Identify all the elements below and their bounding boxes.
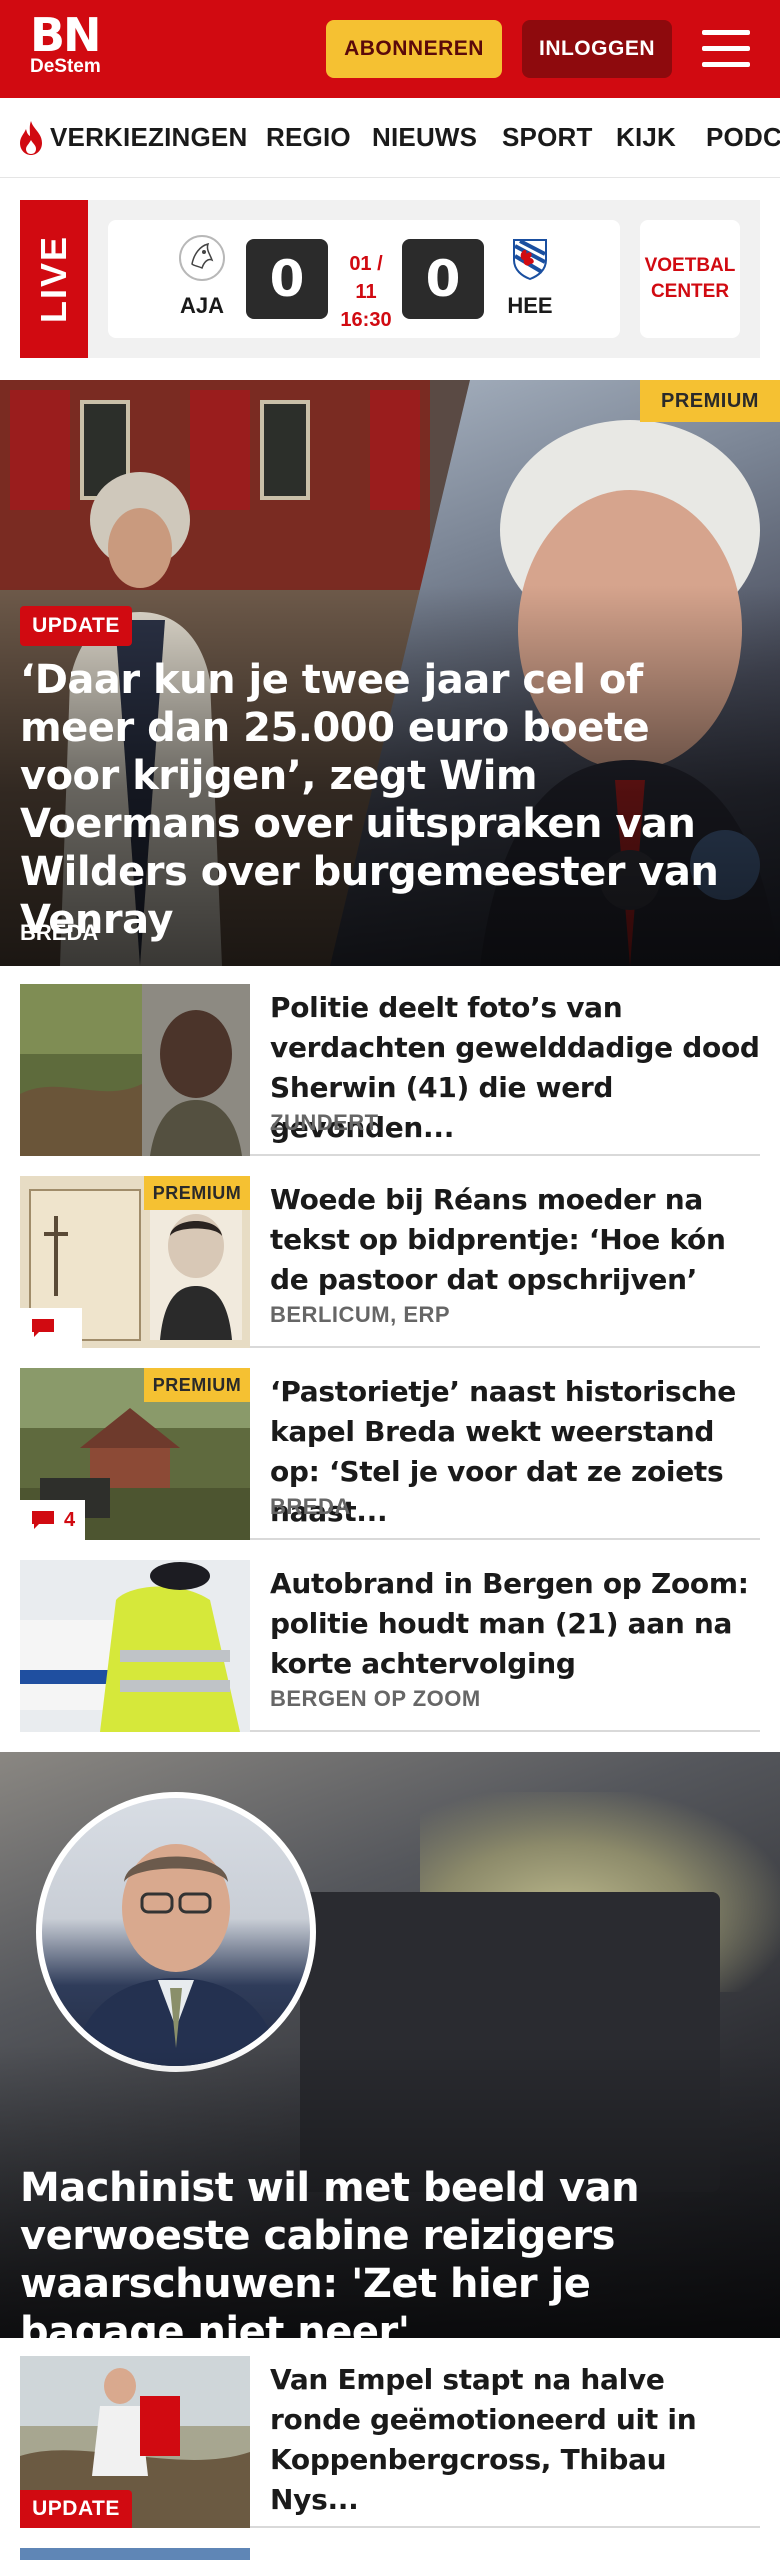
- article-headline[interactable]: Van Empel stapt na halve ronde geëmotion…: [270, 2360, 760, 2520]
- live-score-widget: LIVE AJA 0 01 / 11 16:30 0 HEE VOETBAL C…: [20, 200, 760, 358]
- premium-badge: PREMIUM: [144, 1368, 250, 1402]
- nav-item-regio[interactable]: REGIO: [266, 122, 351, 153]
- list-item[interactable]: PREMIUM Woede bij Réans moeder na tekst …: [20, 1176, 760, 1348]
- article-location: BERLICUM, ERP: [270, 1302, 451, 1327]
- flame-icon: [20, 121, 42, 155]
- away-score: 0: [402, 239, 484, 319]
- article-location: BERGEN OP ZOOM: [270, 1686, 481, 1711]
- heerenveen-logo-icon: [513, 239, 547, 281]
- article-thumbnail: PREMIUM: [20, 1176, 250, 1348]
- comment-count: 4: [64, 1508, 76, 1531]
- comments-badge[interactable]: 4: [20, 1500, 86, 1540]
- hero-location: BREDA: [20, 920, 99, 945]
- match-datetime: 01 / 11 16:30: [336, 250, 396, 334]
- match-card[interactable]: AJA 0 01 / 11 16:30 0 HEE: [108, 220, 620, 338]
- premium-badge: PREMIUM: [640, 380, 780, 422]
- match-time: 16:30: [340, 309, 392, 331]
- site-logo[interactable]: BN DeStem: [30, 8, 102, 78]
- hero-headline[interactable]: ‘Daar kun je twee jaar cel of meer dan 2…: [20, 656, 760, 944]
- article-thumbnail: UPDATE: [20, 2356, 250, 2528]
- voetbal-center-line1: VOETBAL: [644, 255, 736, 276]
- home-score: 0: [246, 239, 328, 319]
- home-team: AJA: [172, 234, 232, 319]
- voetbal-center-link[interactable]: VOETBAL CENTER: [640, 220, 740, 338]
- nav-item-verkiezingen[interactable]: VERKIEZINGEN: [50, 122, 247, 153]
- premium-badge: PREMIUM: [144, 1176, 250, 1210]
- voetbal-center-line2: CENTER: [650, 281, 730, 302]
- login-button[interactable]: INLOGGEN: [522, 20, 672, 78]
- list-item[interactable]: PREMIUM 4 ‘Pastorietje’ naast historisch…: [20, 1368, 760, 1540]
- list-item[interactable]: Autobrand in Bergen op Zoom: politie hou…: [20, 1560, 760, 1732]
- list-item[interactable]: UPDATE Van Empel stapt na halve ronde ge…: [20, 2356, 760, 2528]
- update-badge: UPDATE: [20, 2490, 132, 2528]
- article-thumbnail: PREMIUM 4: [20, 1368, 250, 1540]
- live-tag: LIVE: [20, 200, 88, 358]
- ajax-logo-icon: [179, 235, 225, 281]
- feature-article[interactable]: Machinist wil met beeld van verwoeste ca…: [0, 1752, 780, 2338]
- article-thumbnail: [20, 1560, 250, 1732]
- subscribe-button[interactable]: ABONNEREN: [326, 20, 502, 78]
- logo-main-text: BN: [30, 8, 102, 62]
- nav-item-kijk[interactable]: KIJK: [616, 122, 676, 153]
- article-location: ZUNDERT: [270, 1110, 379, 1135]
- list-item[interactable]: Politie deelt foto’s van verdachten gewe…: [20, 984, 760, 1156]
- next-article-peek: [20, 2548, 760, 2560]
- site-header: BN DeStem ABONNEREN INLOGGEN: [0, 0, 780, 98]
- away-team-name: HEE: [507, 293, 553, 318]
- away-team: HEE: [500, 234, 560, 319]
- nav-item-podcasts[interactable]: PODC: [706, 122, 780, 153]
- match-date: 01 / 11: [349, 253, 383, 303]
- article-headline[interactable]: Autobrand in Bergen op Zoom: politie hou…: [270, 1564, 760, 1684]
- nav-item-nieuws[interactable]: NIEUWS: [372, 122, 477, 153]
- comment-icon: [32, 1511, 54, 1529]
- update-badge: UPDATE: [20, 606, 132, 646]
- comment-icon: [32, 1319, 54, 1337]
- article-thumbnail: [20, 984, 250, 1156]
- logo-sub-text: DeStem: [30, 56, 101, 77]
- feature-headline[interactable]: Machinist wil met beeld van verwoeste ca…: [20, 2164, 760, 2338]
- hero-article[interactable]: PREMIUM UPDATE ‘Daar kun je twee jaar ce…: [0, 380, 780, 966]
- article-location: BREDA: [270, 1494, 351, 1519]
- home-team-name: AJA: [179, 293, 224, 318]
- menu-icon[interactable]: [700, 26, 752, 72]
- comments-badge[interactable]: [20, 1308, 82, 1348]
- nav-item-sport[interactable]: SPORT: [502, 122, 593, 153]
- article-headline[interactable]: Woede bij Réans moeder na tekst op bidpr…: [270, 1180, 760, 1300]
- main-navigation: VERKIEZINGEN REGIO NIEUWS SPORT KIJK POD…: [0, 98, 780, 178]
